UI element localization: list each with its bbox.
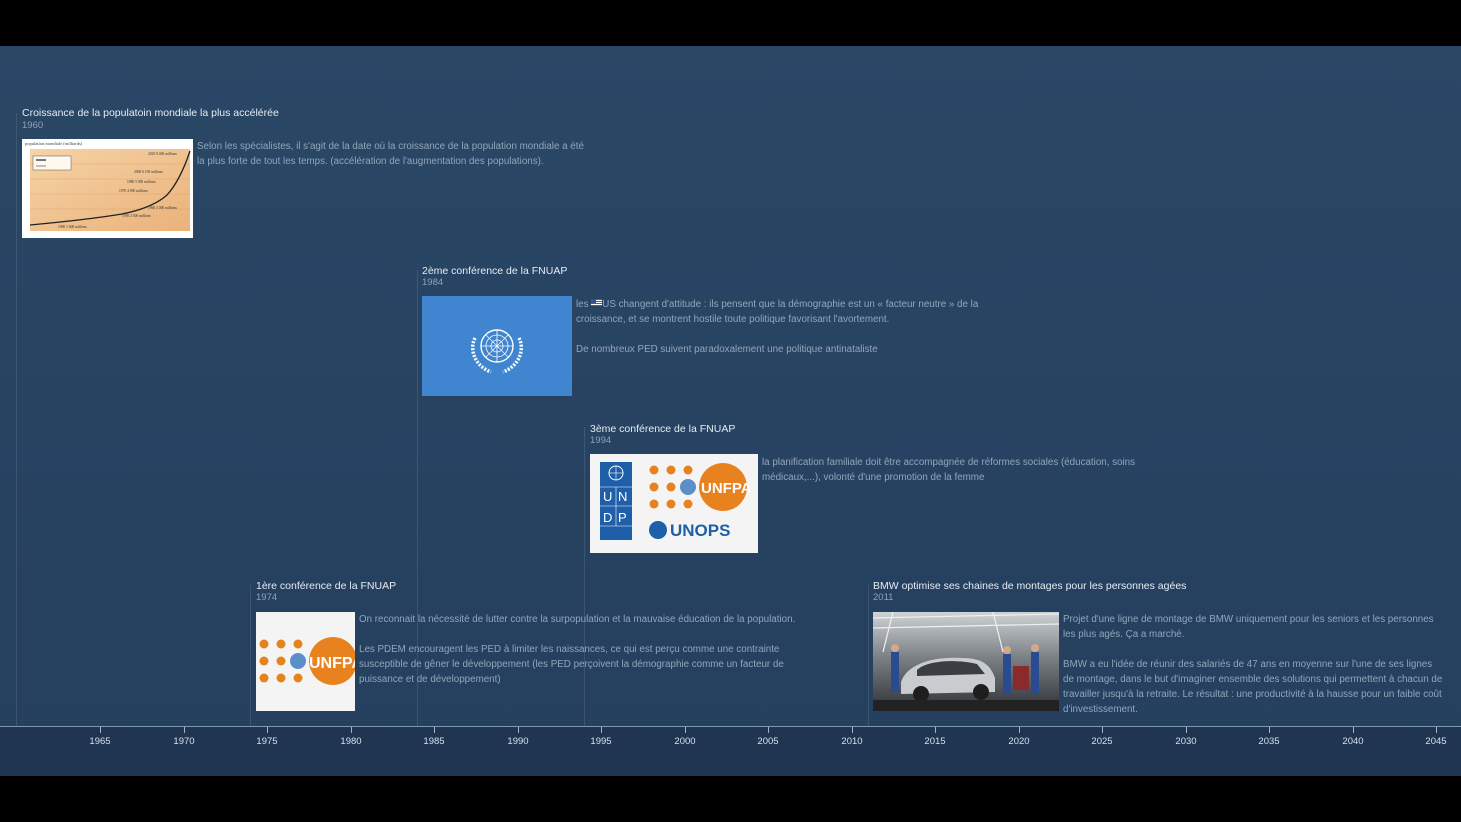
axis-tick-label: 1990 — [507, 736, 529, 747]
axis-tick — [1102, 727, 1103, 733]
axis-tick-label: 1980 — [340, 736, 362, 747]
axis-tick-label: 2030 — [1175, 736, 1197, 747]
undp-letter: P — [618, 510, 627, 525]
event-description: Projet d'une ligne de montage de BMW uni… — [1063, 612, 1443, 717]
agencies-logo-graphic: U N D P UNFPA UNOPS — [600, 462, 752, 540]
axis-tick — [100, 727, 101, 733]
chart-annotation: 2025 8 400 millions — [148, 152, 177, 156]
axis-tick — [267, 727, 268, 733]
axis-tick — [768, 727, 769, 733]
event-title: BMW optimise ses chaines de montages pou… — [873, 580, 1187, 592]
event-description: les US changent d'attitude : ils pensent… — [576, 297, 986, 357]
axis-tick — [1353, 727, 1354, 733]
axis-tick — [1269, 727, 1270, 733]
chart-annotation: 1950 2 500 millions — [122, 214, 151, 218]
axis-tick-label: 2005 — [757, 736, 779, 747]
chart-annotation: 2000 6 100 millions — [134, 170, 163, 174]
us-flag-icon — [591, 299, 603, 306]
undp-letter: N — [618, 489, 627, 504]
axis-tick-label: 1970 — [173, 736, 195, 747]
axis-tick — [434, 727, 435, 733]
event-title: Croissance de la populatoin mondiale la … — [22, 107, 279, 119]
axis-tick — [351, 727, 352, 733]
event-paragraph: Les PDEM encouragent les PED à limiter l… — [359, 644, 784, 685]
population-chart-graphic: population mondiale (milliards) 2025 8 4… — [22, 139, 193, 238]
axis-tick-label: 1975 — [256, 736, 278, 747]
event-anchor-line-2011 — [868, 585, 869, 726]
axis-tick — [1019, 727, 1020, 733]
population-chart-image[interactable]: population mondiale (milliards) 2025 8 4… — [22, 139, 193, 238]
event-text-fragment: US changent d'attitude : ils pensent que… — [576, 299, 979, 325]
event-year: 1994 — [590, 435, 612, 446]
event-title: 1ère conférence de la FNUAP — [256, 580, 397, 592]
unops-wordmark: UNOPS — [670, 521, 730, 540]
event-paragraph: On reconnait la nécessité de lutter cont… — [359, 614, 796, 625]
axis-tick — [1186, 727, 1187, 733]
axis-tick — [685, 727, 686, 733]
bmw-assembly-line-photo[interactable] — [873, 612, 1059, 711]
event-text-fragment: les — [576, 299, 592, 310]
event-anchor-line-1974 — [250, 585, 251, 726]
axis-tick — [935, 727, 936, 733]
un-emblem-image[interactable] — [422, 296, 572, 396]
event-description: On reconnait la nécessité de lutter cont… — [359, 612, 815, 687]
unfpa-wordmark: UNFPA — [309, 655, 355, 672]
axis-tick-label: 2015 — [924, 736, 946, 747]
event-paragraph: Projet d'une ligne de montage de BMW uni… — [1063, 614, 1434, 640]
unfpa-logo-image[interactable]: UNFPA — [256, 612, 355, 711]
un-emblem-icon — [470, 329, 524, 374]
event-paragraph: la planification familiale doit être acc… — [762, 457, 1136, 483]
chart-annotation: 1970 4 000 millions — [119, 189, 148, 193]
axis-tick-label: 1965 — [89, 736, 111, 747]
event-paragraph: De nombreux PED suivent paradoxalement u… — [576, 344, 878, 355]
chart-label: population mondiale (milliards) — [25, 141, 83, 146]
undp-unfpa-unops-logo-image[interactable]: U N D P UNFPA UNOPS — [590, 454, 758, 553]
timeline-canvas[interactable]: Croissance de la populatoin mondiale la … — [0, 46, 1461, 776]
timeline-axis[interactable]: 1965 1970 1975 1980 1985 1990 1995 2000 … — [0, 726, 1461, 776]
unfpa-wordmark: UNFPA — [701, 480, 752, 497]
event-anchor-line-1960 — [16, 113, 17, 726]
axis-tick-label: 1985 — [423, 736, 445, 747]
event-description: la planification familiale doit être acc… — [762, 455, 1142, 485]
event-title: 3ème conférence de la FNUAP — [590, 423, 736, 435]
axis-tick-label: 2010 — [841, 736, 863, 747]
axis-tick — [601, 727, 602, 733]
assembly-line-photo-graphic — [873, 612, 1059, 711]
axis-tick-label: 2000 — [674, 736, 696, 747]
chart-annotation: 1980 5 000 millions — [127, 180, 156, 184]
axis-tick-label: 1995 — [590, 736, 612, 747]
axis-tick — [518, 727, 519, 733]
event-paragraph: Selon les spécialistes, il s'agit de la … — [197, 141, 584, 167]
unfpa-logo-graphic: UNFPA — [259, 637, 355, 685]
event-year: 2011 — [873, 592, 894, 603]
event-description: Selon les spécialistes, il s'agit de la … — [197, 139, 589, 169]
chart-annotation: 1960 3 000 millions — [148, 206, 177, 210]
axis-tick — [1436, 727, 1437, 733]
event-year: 1984 — [422, 277, 444, 288]
axis-tick — [184, 727, 185, 733]
undp-letter: U — [603, 489, 612, 504]
event-title: 2ème conférence de la FNUAP — [422, 265, 568, 277]
axis-tick-label: 2025 — [1091, 736, 1113, 747]
axis-tick-label: 2035 — [1258, 736, 1280, 747]
axis-tick-label: 2040 — [1342, 736, 1364, 747]
axis-tick-label: 2045 — [1425, 736, 1447, 747]
axis-tick-label: 2020 — [1008, 736, 1030, 747]
event-year: 1960 — [22, 120, 44, 131]
event-paragraph: les US changent d'attitude : ils pensent… — [576, 297, 986, 327]
event-paragraph: BMW a eu l'idée de réunir des salariés d… — [1063, 659, 1443, 715]
chart-annotation: 1900 1 600 millions — [58, 225, 87, 229]
axis-tick — [852, 727, 853, 733]
undp-letter: D — [603, 510, 612, 525]
event-year: 1974 — [256, 592, 278, 603]
